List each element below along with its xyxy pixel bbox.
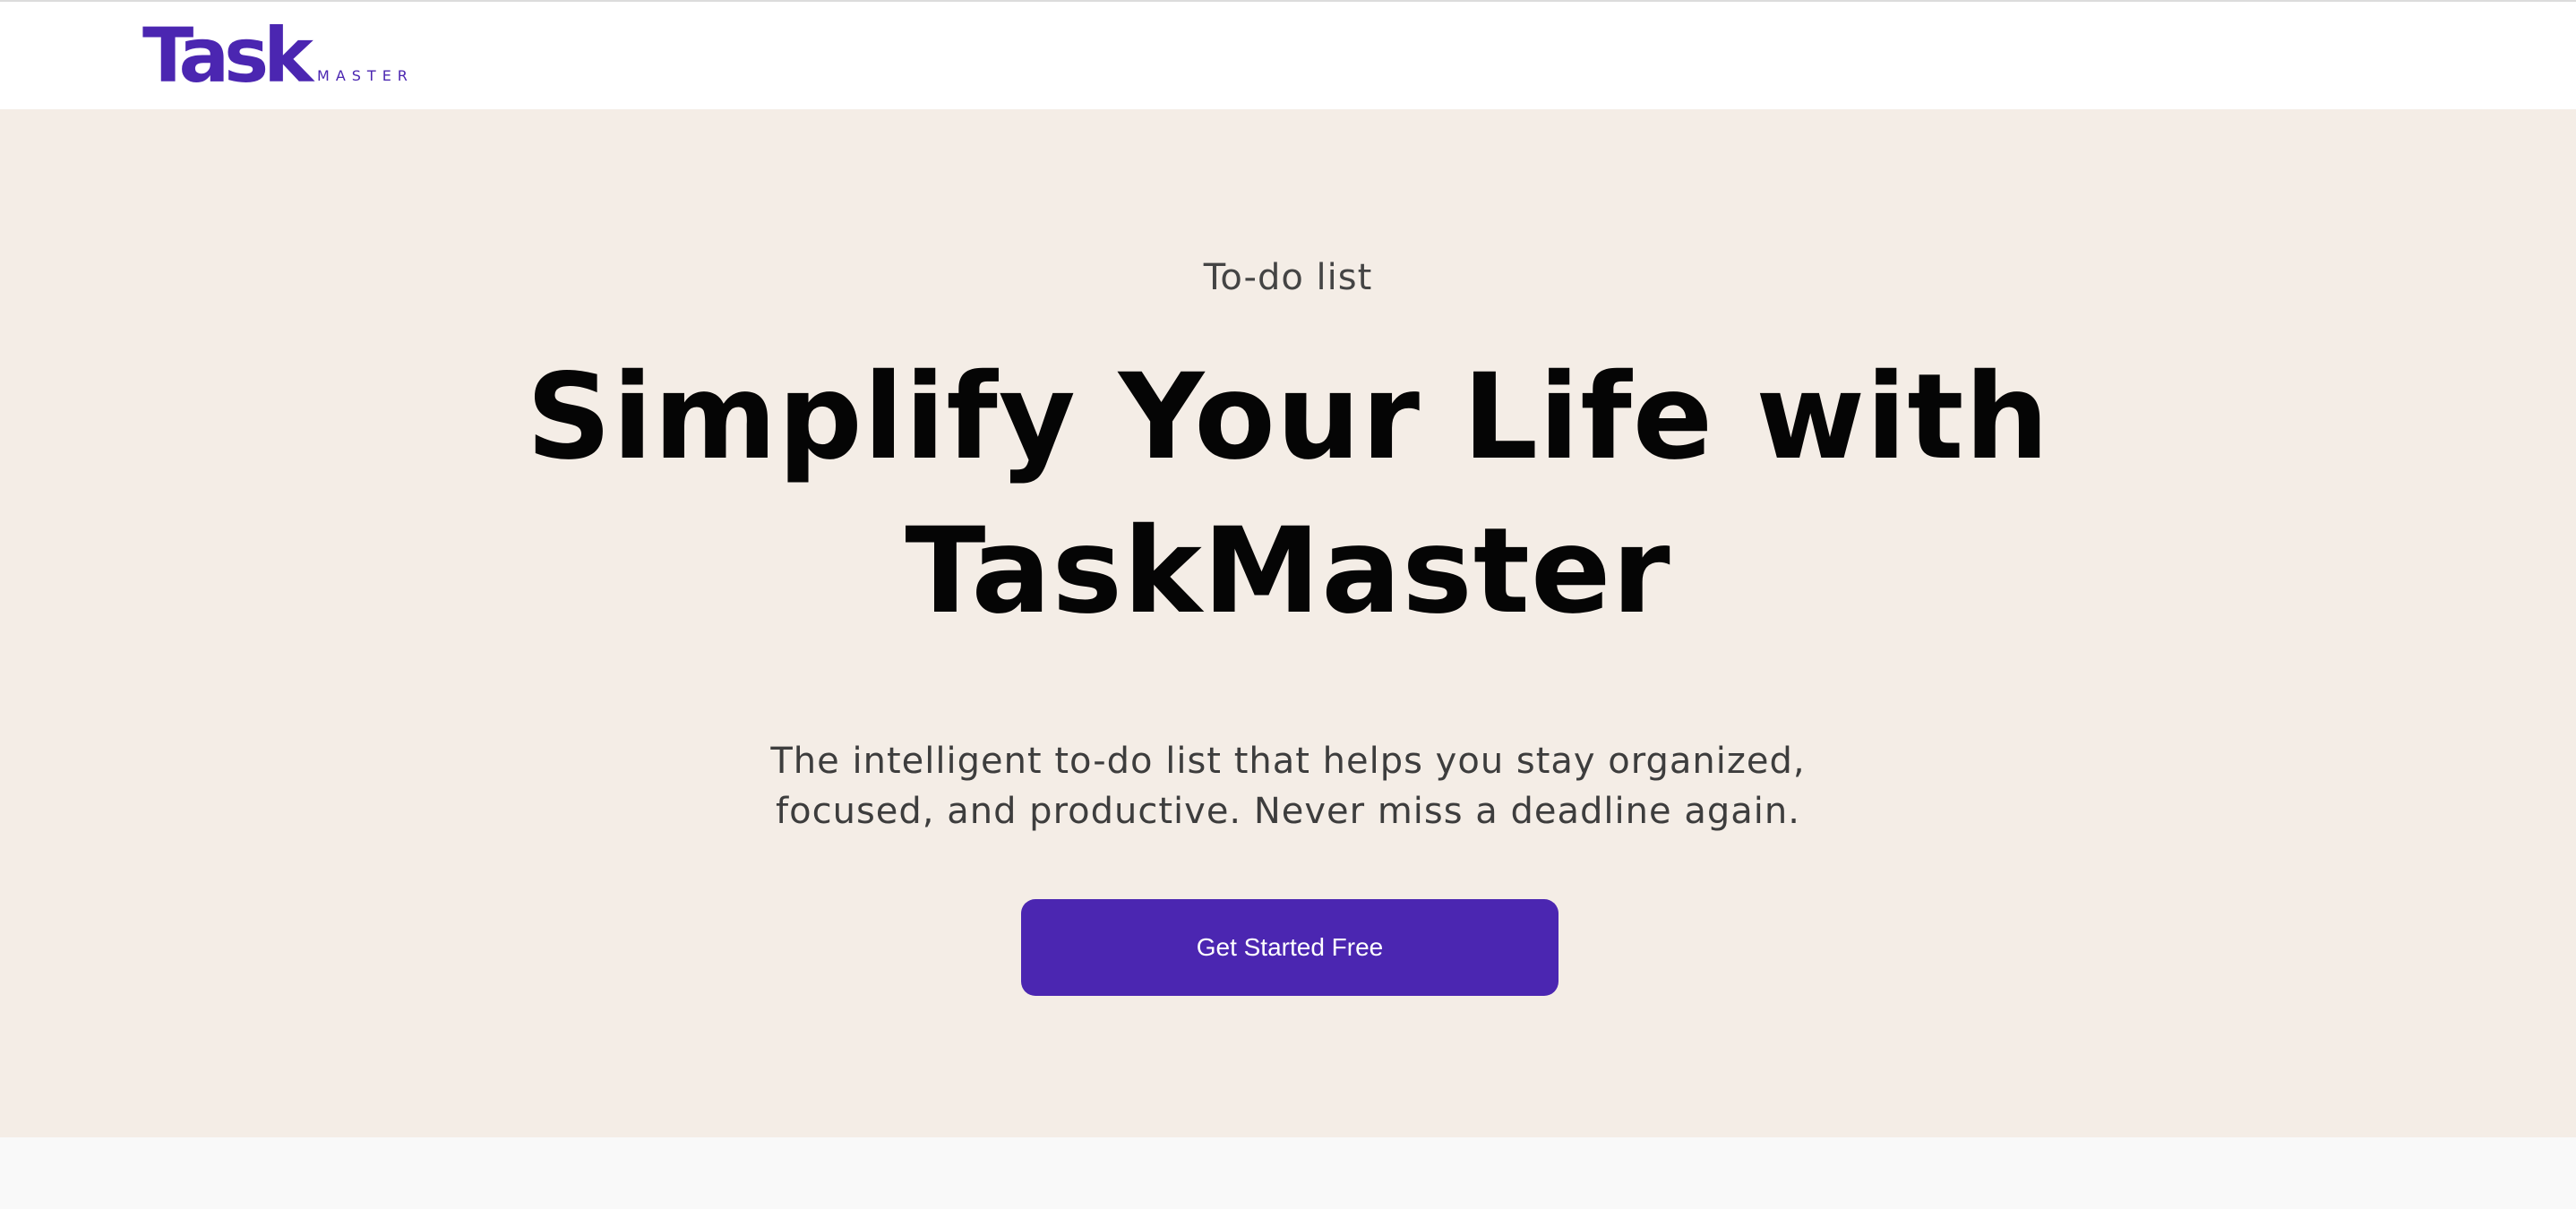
hero-headline: Simplify Your Life with TaskMaster	[526, 348, 2050, 640]
navbar: Task MASTER	[0, 2, 2576, 109]
hero-section: To-do list Simplify Your Life with TaskM…	[0, 109, 2576, 1137]
logo-subtitle: MASTER	[317, 67, 414, 84]
hero-eyebrow: To-do list	[1203, 257, 1373, 298]
taskmaster-logo[interactable]: Task MASTER	[142, 18, 414, 93]
hero-subtext: The intelligent to-do list that helps yo…	[770, 741, 1806, 832]
next-section	[0, 1137, 2576, 1209]
get-started-button[interactable]: Get Started Free	[1021, 899, 1558, 996]
logo-wordmark: Task	[142, 12, 313, 99]
